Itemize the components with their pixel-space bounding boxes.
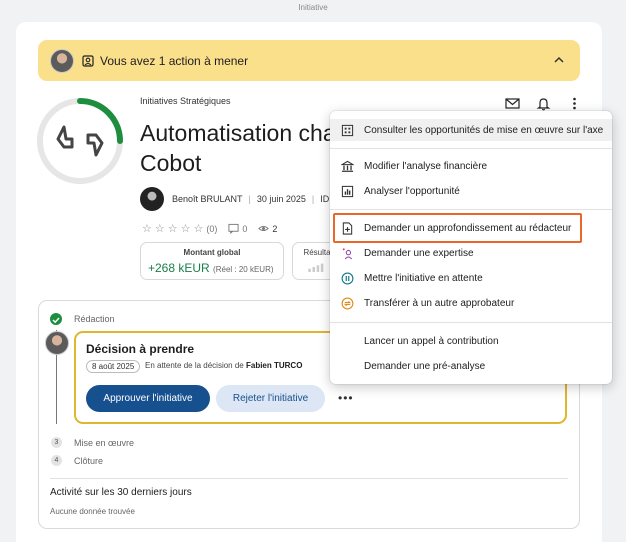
global-amount-card[interactable]: Montant global +268 kEUR (Réel : 20 kEUR… (140, 242, 284, 280)
progress-ring-logo (37, 98, 123, 184)
menu-item-call-for-contribution[interactable]: Lancer un appel à contribution (330, 330, 612, 352)
step-label: Clôture (74, 456, 104, 466)
action-banner[interactable]: Vous avez 1 action à mener (38, 40, 580, 81)
menu-item-label: Demander une pré-analyse (364, 360, 486, 372)
user-badge-icon (82, 54, 94, 67)
avatar (50, 48, 74, 73)
divider (330, 209, 612, 210)
comment-count: 0 (242, 223, 248, 234)
pause-icon (340, 271, 354, 285)
menu-item-label: Demander une expertise (364, 247, 474, 259)
author-row: Benoît BRULANT | 30 juin 2025 | ID1 (140, 187, 334, 211)
avatar (140, 187, 164, 211)
star-icon[interactable]: ☆ (181, 222, 191, 235)
menu-item-label: Analyser l'opportunité (364, 185, 460, 197)
page-title-line2: Cobot (140, 150, 202, 176)
star-icon[interactable]: ☆ (168, 222, 178, 235)
eye-icon (258, 225, 270, 232)
menu-item-label: Lancer un appel à contribution (364, 335, 499, 347)
comment-icon[interactable] (228, 223, 239, 234)
author-name[interactable]: Benoît BRULANT (172, 194, 243, 204)
step-number: 3 (51, 437, 62, 448)
separator: | (311, 194, 315, 204)
expert-icon (340, 246, 354, 260)
transfer-icon (340, 296, 354, 310)
step-label: Rédaction (74, 314, 115, 324)
chevron-up-icon[interactable] (552, 53, 566, 67)
menu-item-request-expertise[interactable]: Demander une expertise (330, 242, 612, 264)
approve-button[interactable]: Approuver l'initiative (86, 385, 210, 412)
star-icon[interactable]: ☆ (155, 222, 165, 235)
rating-count: (0) (206, 223, 218, 234)
divider (50, 478, 568, 479)
waiting-prefix: En attente de la décision de (145, 361, 244, 370)
mail-icon[interactable] (505, 96, 520, 111)
author-date: 30 juin 2025 (256, 194, 306, 204)
view-count: 2 (272, 223, 278, 234)
global-value: +268 kEUR (148, 261, 210, 275)
check-icon (50, 313, 62, 325)
menu-item-label: Mettre l'initiative en attente (364, 272, 483, 284)
menu-item-request-pre-analysis[interactable]: Demander une pré-analyse (330, 355, 612, 377)
decision-title: Décision à prendre (86, 342, 195, 356)
step-number: 4 (51, 455, 62, 466)
header-actions (505, 96, 582, 111)
metric-label: Montant global (183, 248, 241, 257)
window-title: Initiative (298, 3, 328, 12)
menu-item-put-on-hold[interactable]: Mettre l'initiative en attente (330, 267, 612, 289)
category-label: Initiatives Stratégiques (140, 96, 231, 106)
divider (330, 322, 612, 323)
banner-text: Vous avez 1 action à mener (100, 53, 249, 68)
highlight-box (333, 213, 582, 243)
grid-icon (340, 123, 354, 137)
bar-chart-icon (340, 184, 354, 198)
separator: | (248, 194, 251, 204)
waiting-person: Fabien TURCO (245, 361, 303, 370)
bank-icon (340, 159, 354, 173)
menu-item-edit-financial-analysis[interactable]: Modifier l'analyse financière (330, 155, 612, 177)
bell-icon[interactable] (536, 96, 551, 111)
actions-menu: Consulter les opportunités de mise en œu… (330, 111, 612, 384)
menu-item-consult-opportunities[interactable]: Consulter les opportunités de mise en œu… (330, 119, 612, 141)
menu-item-label: Transférer à un autre approbateur (364, 297, 515, 309)
activity-empty: Aucune donnée trouvée (50, 507, 135, 516)
menu-item-transfer-approver[interactable]: Transférer à un autre approbateur (330, 292, 612, 314)
menu-item-analyze-opportunity[interactable]: Analyser l'opportunité (330, 180, 612, 202)
divider (330, 148, 612, 149)
metric-value: +268 kEUR (Réel : 20 kEUR) (148, 261, 283, 275)
menu-item-label: Modifier l'analyse financière (364, 160, 488, 172)
step-label: Mise en œuvre (74, 438, 135, 448)
reject-button[interactable]: Rejeter l'initiative (216, 385, 325, 412)
menu-item-label: Consulter les opportunités de mise en œu… (364, 124, 604, 136)
star-icon[interactable]: ☆ (194, 222, 204, 235)
waiting-text: En attente de la décision de Fabien TURC… (145, 361, 302, 370)
more-horiz-icon[interactable]: ••• (338, 391, 354, 405)
more-vert-icon[interactable] (567, 96, 582, 111)
page-title: Automatisation cha (140, 120, 336, 146)
activity-title: Activité sur les 30 derniers jours (50, 487, 192, 498)
global-real: (Réel : 20 kEUR) (213, 265, 274, 274)
stats-row: ☆ ☆ ☆ ☆ ☆ (0) 0 2 (142, 222, 277, 235)
avatar (45, 331, 69, 355)
star-icon[interactable]: ☆ (142, 222, 152, 235)
date-chip: 8 août 2025 (86, 360, 141, 373)
